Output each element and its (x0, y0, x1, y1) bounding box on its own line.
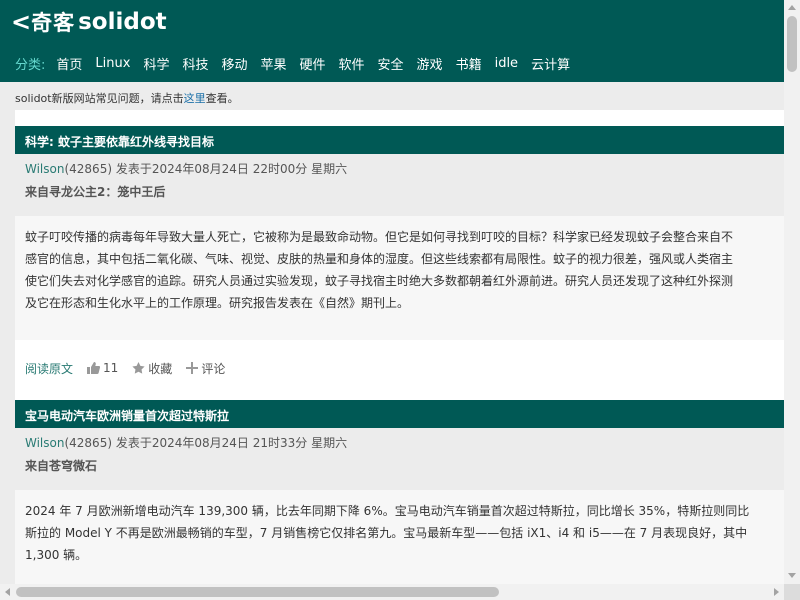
logo-english-text: solidot (78, 9, 167, 35)
plus-icon (186, 362, 199, 374)
site-logo[interactable]: < 奇客 solidot (11, 6, 167, 38)
notice-text-end: 查看。 (205, 92, 239, 105)
like-count: 11 (103, 361, 119, 375)
notice-text: solidot新版网站常见问题，请点击 (15, 92, 184, 105)
nav-item-software[interactable]: 软件 (339, 54, 365, 73)
article-actions: 阅读原文 11 收藏 评论 (15, 340, 784, 384)
article-from: 来自苍穹微石 (25, 459, 98, 473)
site-header: < 奇客 solidot 分类: 首页 Linux 科学 科技 移动 苹果 硬件… (0, 0, 784, 82)
logo-bracket: < (11, 8, 32, 36)
scroll-left-icon[interactable] (5, 588, 10, 596)
thumbs-up-icon (87, 362, 101, 374)
scroll-up-icon[interactable] (788, 5, 796, 10)
nav-item-apple[interactable]: 苹果 (260, 54, 286, 73)
nav-item-idle[interactable]: idle (495, 56, 518, 71)
article-byline: Wilson(42865) 发表于2024年08月24日 22时00分 星期六 (25, 160, 784, 182)
horizontal-scroll-thumb[interactable] (16, 587, 499, 597)
notice-link[interactable]: 这里 (184, 92, 206, 105)
article-body-line: 2024 年 7 月欧洲新增电动汽车 139,300 辆，比去年同期下降 6%。… (25, 504, 750, 518)
scroll-right-icon[interactable] (774, 588, 779, 596)
scroll-down-icon[interactable] (788, 573, 796, 578)
nav-item-tech[interactable]: 科技 (182, 54, 208, 73)
star-icon (132, 362, 145, 374)
article-body-line: 斯拉的 Model Y 不再是欧洲最畅销的车型，7 月销售榜它仅排名第九。宝马最… (25, 526, 748, 540)
nav-item-books[interactable]: 书籍 (456, 54, 482, 73)
nav-item-science[interactable]: 科学 (143, 54, 169, 73)
category-nav: 分类: 首页 Linux 科学 科技 移动 苹果 硬件 软件 安全 游戏 书籍 … (15, 52, 583, 74)
article-author-link[interactable]: Wilson (25, 436, 64, 450)
article-card: 宝马电动汽车欧洲销量首次超过特斯拉 Wilson(42865) 发表于2024年… (15, 400, 784, 584)
article-body-line: 1,300 辆。 (25, 548, 88, 562)
nav-item-mobile[interactable]: 移动 (221, 54, 247, 73)
article-author-count: (42865) (64, 162, 113, 176)
article-date: 发表于2024年08月24日 21时33分 星期六 (115, 436, 348, 450)
article-title[interactable]: 宝马电动汽车欧洲销量首次超过特斯拉 (15, 400, 784, 428)
article-date: 发表于2024年08月24日 22时00分 星期六 (115, 162, 348, 176)
nav-label: 分类: (15, 57, 46, 73)
article-byline: Wilson(42865) 发表于2024年08月24日 21时33分 星期六 (25, 434, 784, 456)
like-button[interactable]: 11 (87, 361, 118, 375)
article-meta: Wilson(42865) 发表于2024年08月24日 21时33分 星期六 … (15, 428, 784, 490)
article-body-line: 感官的信息，其中包括二氧化碳、气味、视觉、皮肤的热量和身体的湿度。但这些线索都有… (25, 252, 734, 266)
article-body-line: 使它们失去对化学感官的追踪。研究人员通过实验发现，蚊子寻找宿主时绝大多数都朝着红… (25, 274, 734, 288)
article-body-line: 及它在形态和生化水平上的工作原理。研究报告发表在《自然》期刊上。 (25, 296, 410, 310)
nav-item-home[interactable]: 首页 (56, 54, 82, 73)
comment-button[interactable]: 评论 (186, 360, 225, 377)
favorite-label: 收藏 (148, 361, 173, 376)
site-notice: solidot新版网站常见问题，请点击这里查看。 (0, 82, 784, 110)
nav-item-linux[interactable]: Linux (95, 56, 130, 71)
article-body: 2024 年 7 月欧洲新增电动汽车 139,300 辆，比去年同期下降 6%。… (15, 490, 784, 584)
nav-item-games[interactable]: 游戏 (417, 54, 443, 73)
vertical-scroll-thumb[interactable] (787, 16, 797, 72)
read-original-link[interactable]: 阅读原文 (25, 360, 73, 377)
article-list: 科学: 蚊子主要依靠红外线寻找目标 Wilson(42865) 发表于2024年… (15, 110, 784, 584)
nav-item-hardware[interactable]: 硬件 (300, 54, 326, 73)
favorite-button[interactable]: 收藏 (132, 360, 172, 377)
article-card: 科学: 蚊子主要依靠红外线寻找目标 Wilson(42865) 发表于2024年… (15, 126, 784, 384)
article-from: 来自寻龙公主2：笼中王后 (25, 185, 166, 199)
logo-chinese-text: 奇客 (31, 11, 76, 35)
nav-item-cloud[interactable]: 云计算 (531, 54, 570, 73)
vertical-scrollbar[interactable] (784, 0, 800, 584)
horizontal-scrollbar[interactable] (0, 584, 784, 600)
article-body-line: 蚊子叮咬传播的病毒每年导致大量人死亡，它被称为是最致命动物。但它是如何寻找到叮咬… (25, 230, 734, 244)
article-title[interactable]: 科学: 蚊子主要依靠红外线寻找目标 (15, 126, 784, 154)
article-meta: Wilson(42865) 发表于2024年08月24日 22时00分 星期六 … (15, 154, 784, 216)
comment-label: 评论 (201, 361, 226, 376)
nav-item-security[interactable]: 安全 (378, 54, 404, 73)
article-author-link[interactable]: Wilson (25, 162, 64, 176)
article-author-count: (42865) (64, 436, 113, 450)
scrollbar-corner (784, 584, 800, 600)
article-body: 蚊子叮咬传播的病毒每年导致大量人死亡，它被称为是最致命动物。但它是如何寻找到叮咬… (15, 216, 784, 340)
